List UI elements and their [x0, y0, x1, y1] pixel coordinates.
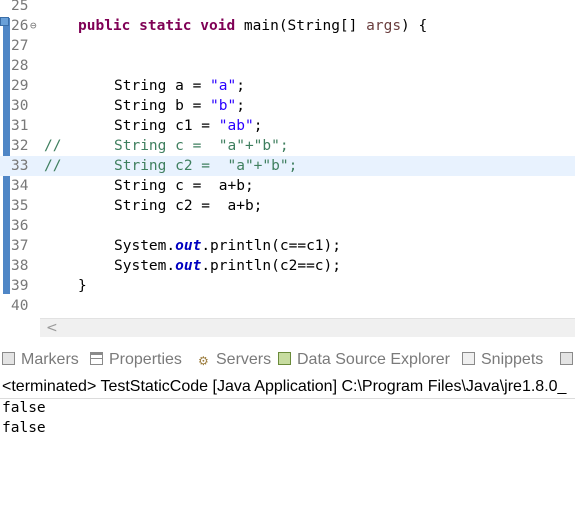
fold-toggle-icon[interactable]: ⊖ — [30, 16, 37, 36]
tab-snippets[interactable]: Snippets — [462, 350, 543, 370]
code-text: System.out.println(c==c1); — [114, 238, 341, 254]
line-number: 40 — [11, 298, 29, 314]
overflow-icon — [560, 352, 573, 365]
comment-marker: // — [44, 138, 62, 154]
line-number: 36 — [11, 218, 29, 234]
tab-servers[interactable]: ⚙ Servers — [198, 350, 271, 370]
code-line-33-current: 33 // String c2 = "a"+"b"; — [0, 156, 575, 176]
line-number: 29 — [11, 78, 29, 94]
tab-properties[interactable]: Properties — [90, 350, 182, 370]
code-line-36: 36 — [0, 216, 575, 236]
tab-data-source-explorer[interactable]: Data Source Explorer — [278, 350, 450, 370]
code-line-38: 38 System.out.println(c2==c); — [0, 256, 575, 276]
line-number: 25 — [11, 0, 29, 14]
comment-marker: // — [44, 158, 62, 174]
line-number: 35 — [11, 198, 29, 214]
code-text: } — [78, 278, 87, 294]
snippets-icon — [462, 352, 475, 365]
tab-markers[interactable]: Markers — [2, 350, 79, 370]
line-number: 34 — [11, 178, 29, 194]
code-text: String b = "b"; — [114, 98, 245, 114]
code-line-31: 31 String c1 = "ab"; — [0, 116, 575, 136]
horizontal-scrollbar[interactable]: < — [40, 318, 575, 337]
line-number: 26 — [11, 18, 29, 34]
code-line-35: 35 String c2 = a+b; — [0, 196, 575, 216]
code-line-37: 37 System.out.println(c==c1); — [0, 236, 575, 256]
code-line-29: 29 String a = "a"; — [0, 76, 575, 96]
code-text: String c1 = "ab"; — [114, 118, 263, 134]
code-text: System.out.println(c2==c); — [114, 258, 341, 274]
console-output-line: false — [2, 420, 46, 436]
line-number: 38 — [11, 258, 29, 274]
code-text: String c = a+b; — [114, 178, 254, 194]
markers-icon — [2, 352, 15, 365]
code-line-26: 26 ⊖ public static void main(String[] ar… — [0, 16, 575, 36]
bottom-view-tabs: Markers Properties ⚙ Servers Data Source … — [0, 346, 575, 374]
code-line-28: 28 — [0, 56, 575, 76]
servers-icon: ⚙ — [198, 354, 209, 368]
properties-icon — [90, 352, 103, 365]
line-number: 31 — [11, 118, 29, 134]
scroll-left-icon[interactable]: < — [46, 319, 58, 337]
line-number: 37 — [11, 238, 29, 254]
line-number: 30 — [11, 98, 29, 114]
commented-code-text: String c2 = "a"+"b"; — [114, 158, 298, 174]
console-header: <terminated> TestStaticCode [Java Applic… — [0, 376, 575, 399]
code-line-30: 30 String b = "b"; — [0, 96, 575, 116]
code-line-32: 32 // String c = "a"+"b"; — [0, 136, 575, 156]
code-text: public static void main(String[] args) { — [78, 18, 428, 34]
data-source-icon — [278, 352, 291, 365]
tab-overflow-icon[interactable] — [560, 350, 575, 370]
commented-code-text: String c = "a"+"b"; — [114, 138, 289, 154]
line-number: 27 — [11, 38, 29, 54]
line-number: 32 — [11, 138, 29, 154]
code-line-40: 40 — [0, 296, 575, 316]
code-editor[interactable]: 25 26 ⊖ public static void main(String[]… — [0, 0, 575, 318]
code-text: String a = "a"; — [114, 78, 245, 94]
code-text: String c2 = a+b; — [114, 198, 263, 214]
code-line-34: 34 String c = a+b; — [0, 176, 575, 196]
console-output-line: false — [2, 400, 46, 416]
console-title: <terminated> TestStaticCode [Java Applic… — [2, 378, 567, 395]
line-number: 33 — [11, 158, 29, 174]
code-line-27: 27 — [0, 36, 575, 56]
code-line-39: 39 } — [0, 276, 575, 296]
line-number: 39 — [11, 278, 29, 294]
line-number: 28 — [11, 58, 29, 74]
code-line-25: 25 — [0, 0, 575, 16]
